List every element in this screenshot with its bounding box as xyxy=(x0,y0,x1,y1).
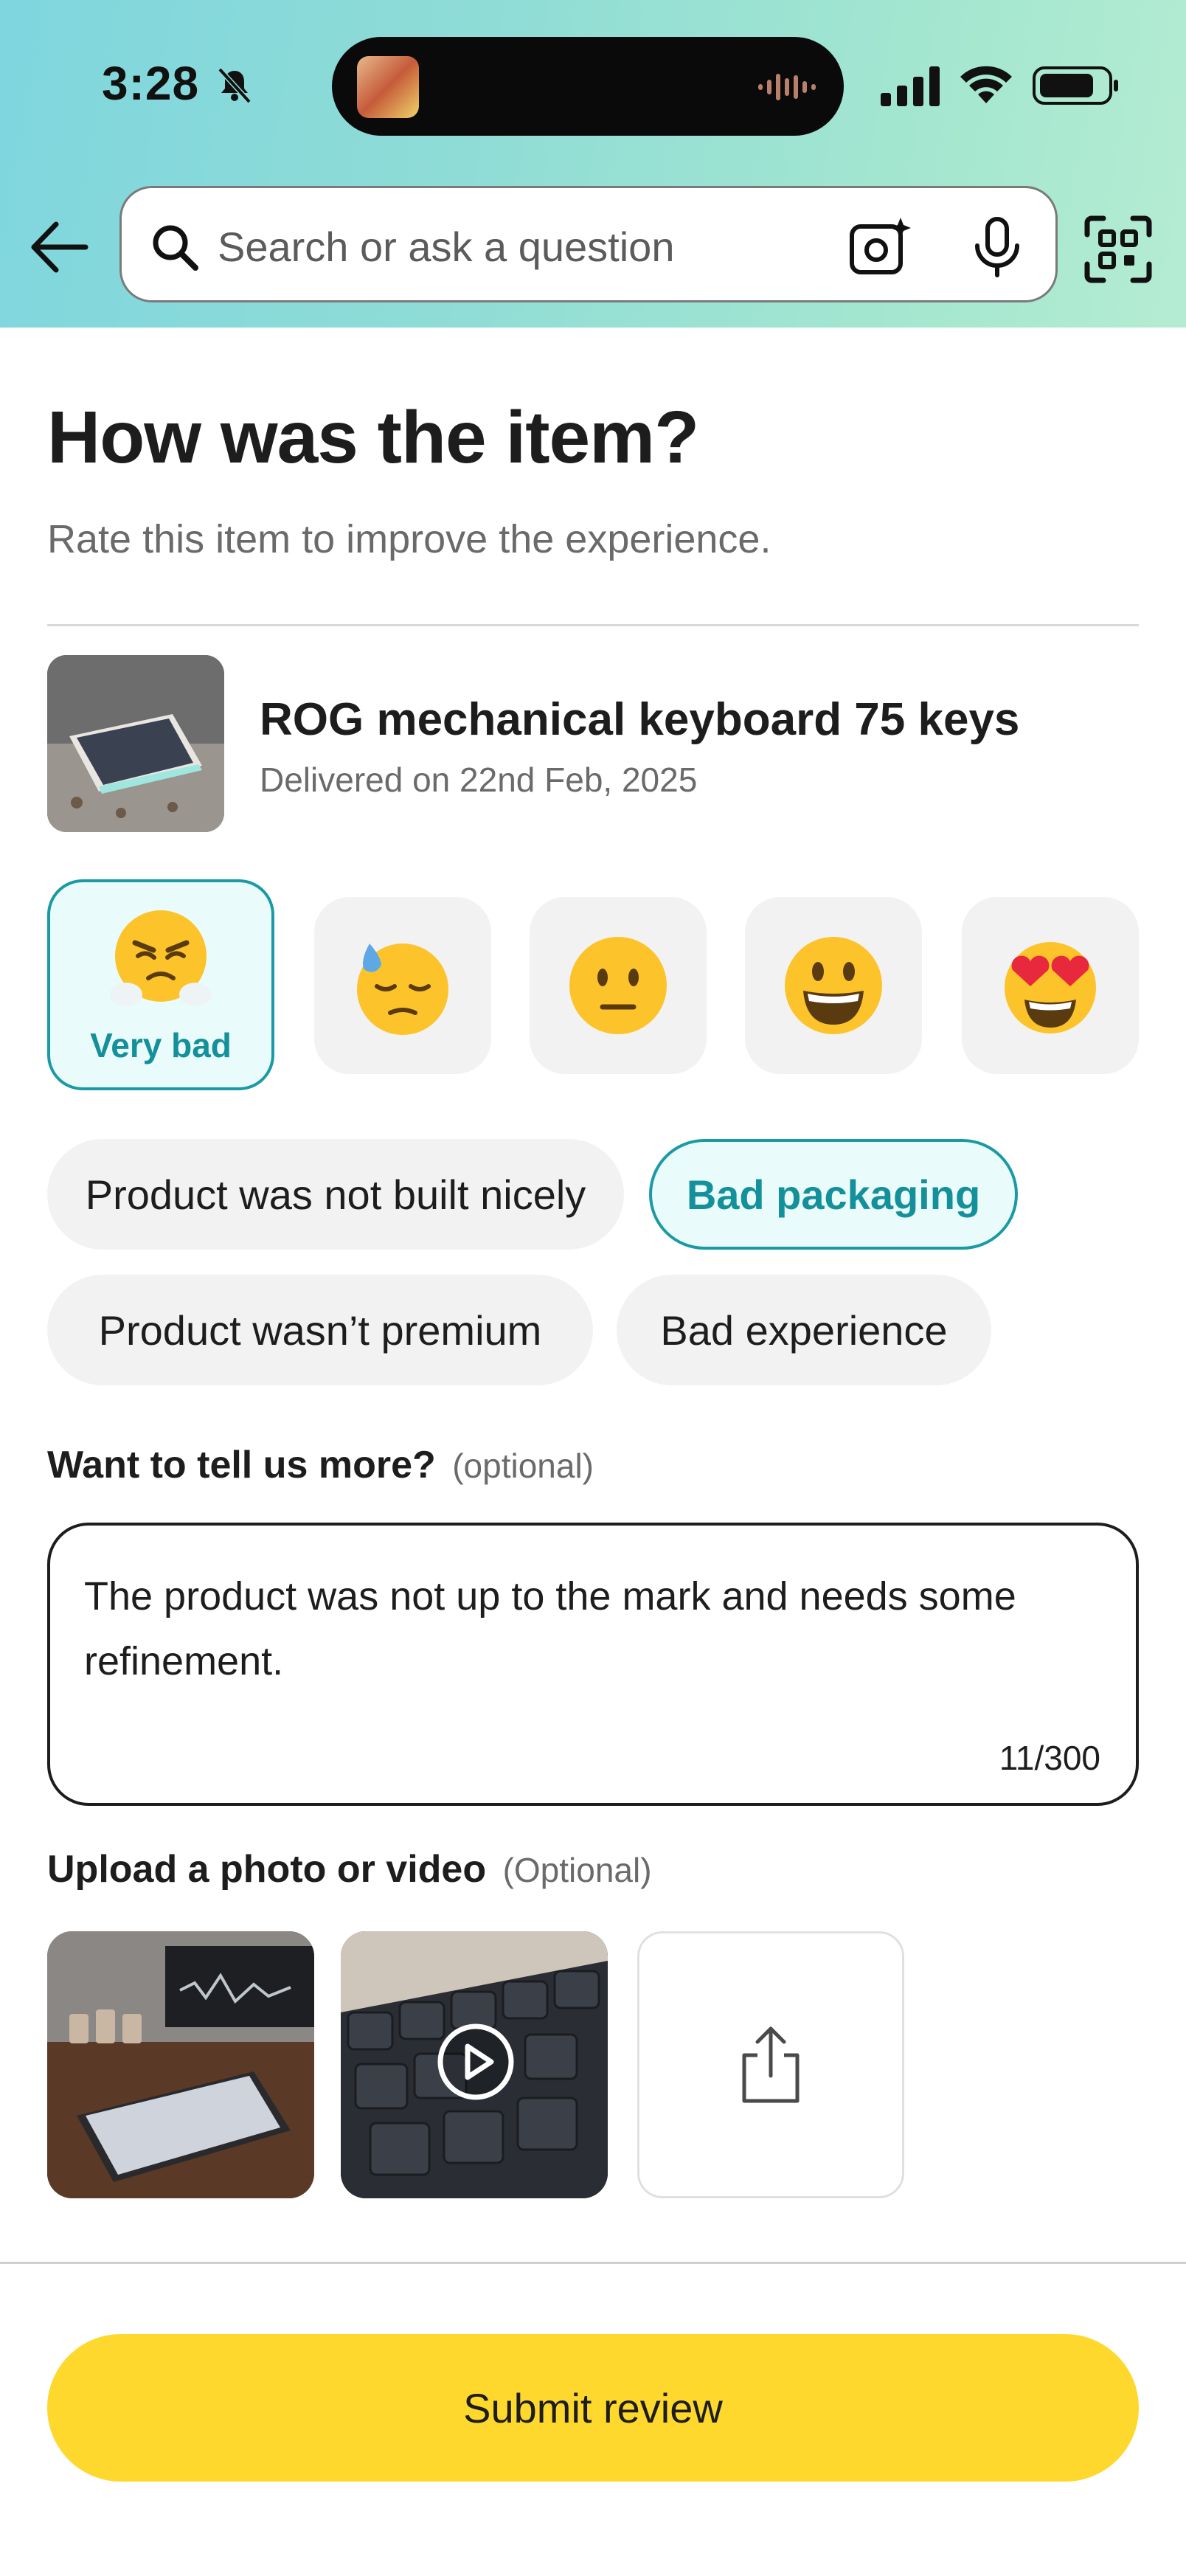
rating-neutral[interactable] xyxy=(530,897,707,1074)
divider xyxy=(47,624,1139,626)
bell-muted-icon xyxy=(218,67,252,104)
feedback-text[interactable]: The product was not up to the mark and n… xyxy=(84,1564,1072,1694)
rating-label: Very bad xyxy=(90,1026,232,1064)
battery-icon xyxy=(1033,66,1118,105)
keyboard-photo xyxy=(47,1931,314,2198)
uploaded-video-thumbnail[interactable] xyxy=(341,1931,608,2198)
rating-good[interactable] xyxy=(745,897,922,1074)
wifi-icon xyxy=(960,66,1012,103)
delivery-date: Delivered on 22nd Feb, 2025 xyxy=(260,761,698,799)
qr-scanner-icon[interactable] xyxy=(1084,215,1152,283)
back-arrow-icon[interactable] xyxy=(30,220,90,274)
tag-chip[interactable]: Bad experience xyxy=(617,1275,991,1385)
character-count: 11/300 xyxy=(999,1739,1100,1777)
optional-label: (Optional) xyxy=(502,1851,652,1889)
tag-chip-selected[interactable]: Bad packaging xyxy=(649,1139,1018,1250)
heart-eyes-face-icon xyxy=(1005,942,1096,1033)
audio-waveform-icon xyxy=(758,74,816,100)
product-thumbnail xyxy=(47,655,224,832)
tag-chip[interactable]: Product was not built nicely xyxy=(47,1139,624,1250)
rating-selector: Very bad xyxy=(47,879,1139,1093)
search-bar[interactable] xyxy=(119,186,1058,302)
angry-face-icon xyxy=(110,910,212,1006)
dynamic-island xyxy=(332,37,844,136)
optional-label: (optional) xyxy=(452,1447,594,1485)
submit-review-button[interactable]: Submit review xyxy=(47,2334,1139,2482)
upload-share-icon xyxy=(742,2026,800,2103)
upload-heading: Upload a photo or video (Optional) xyxy=(47,1847,652,1891)
feedback-label: Want to tell us more? xyxy=(47,1444,436,1486)
now-playing-artwork xyxy=(357,56,419,118)
microphone-icon[interactable] xyxy=(970,216,1024,278)
upload-media-button[interactable] xyxy=(637,1931,904,2198)
rating-bad[interactable] xyxy=(314,897,491,1074)
play-icon[interactable] xyxy=(435,2021,516,2102)
search-icon xyxy=(153,225,198,271)
neutral-face-icon xyxy=(569,937,667,1034)
feedback-heading: Want to tell us more? (optional) xyxy=(47,1443,594,1487)
page-title: How was the item? xyxy=(47,396,699,479)
product-name: ROG mechanical keyboard 75 keys xyxy=(260,694,1020,745)
search-input[interactable] xyxy=(218,213,719,280)
uploaded-photo-thumbnail[interactable] xyxy=(47,1931,314,2198)
rating-very-bad[interactable]: Very bad xyxy=(47,879,274,1090)
page-subtitle: Rate this item to improve the experience… xyxy=(47,517,771,561)
feedback-textarea[interactable]: The product was not up to the mark and n… xyxy=(47,1523,1139,1806)
rating-excellent[interactable] xyxy=(962,897,1139,1074)
downcast-sweat-face-icon xyxy=(357,944,448,1035)
divider xyxy=(0,2262,1186,2264)
app-header: 3:28 xyxy=(0,0,1186,328)
keyboard-image xyxy=(47,655,224,832)
status-time: 3:28 xyxy=(102,57,200,110)
tag-chip[interactable]: Product wasn’t premium xyxy=(47,1275,593,1385)
cellular-signal-icon xyxy=(881,66,940,106)
upload-label: Upload a photo or video xyxy=(47,1848,487,1891)
grinning-face-icon xyxy=(785,937,882,1034)
visual-search-camera-icon[interactable] xyxy=(849,216,911,278)
